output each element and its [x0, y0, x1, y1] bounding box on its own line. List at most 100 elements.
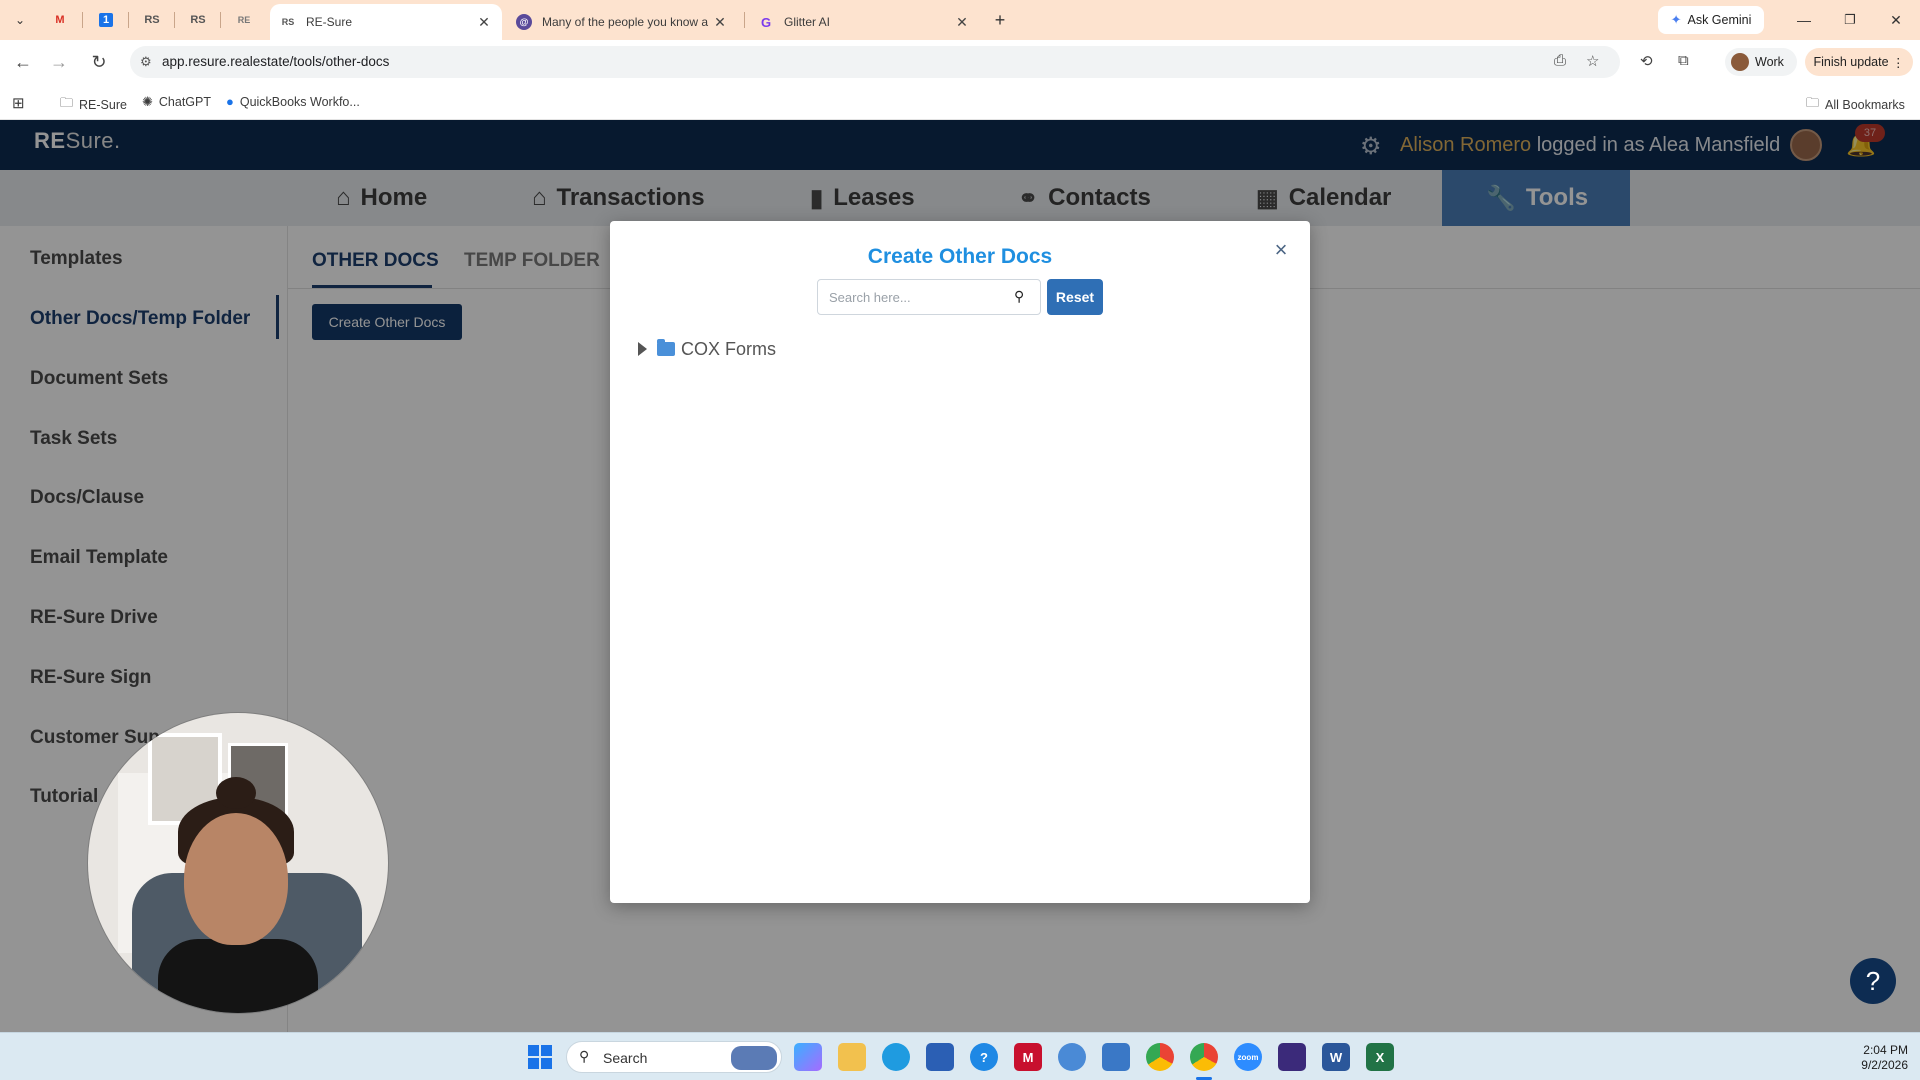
close-tab-icon[interactable]: ✕ [712, 14, 728, 31]
tab-threads[interactable]: @ Many of the people you know a ✕ [506, 4, 738, 40]
url-text[interactable]: app.resure.realestate/tools/other-docs [162, 54, 389, 69]
search-input[interactable] [818, 280, 1008, 314]
ask-gemini-button[interactable]: ✦ Ask Gemini [1658, 6, 1764, 34]
file-explorer-icon[interactable] [838, 1043, 866, 1071]
mcafee-icon[interactable]: M [1014, 1043, 1042, 1071]
system-clock[interactable]: 2:04 PM 9/2/2026 [1838, 1043, 1908, 1073]
back-icon[interactable]: ← [10, 50, 36, 74]
tab-glitter-ai[interactable]: G Glitter AI ✕ [748, 4, 980, 40]
create-other-docs-modal: Create Other Docs × ⚲ Reset COX Forms [610, 221, 1310, 903]
tab-separator [174, 12, 175, 28]
help-icon[interactable]: ? [970, 1043, 998, 1071]
windows-taskbar: ⚲ Search ? M zoom W X 2:04 PM 9/2/2026 [0, 1032, 1920, 1080]
all-bookmarks-label: All Bookmarks [1825, 98, 1905, 112]
site-info-icon[interactable]: ⚙ [140, 54, 152, 70]
webcam-bubble[interactable] [88, 713, 388, 1013]
gmail-icon[interactable]: M [42, 8, 78, 32]
app-icon-3[interactable] [1278, 1043, 1306, 1071]
chrome-icon-2[interactable] [1190, 1043, 1218, 1071]
close-icon[interactable]: × [1268, 237, 1294, 263]
webcam-person [158, 939, 318, 1013]
tab-separator [744, 12, 745, 28]
tab-separator [220, 12, 221, 28]
extensions-icon[interactable]: ⧉ [1678, 52, 1689, 69]
folder-icon: 🗀 [1806, 95, 1820, 110]
pinned-tab-resure[interactable]: RS [134, 8, 170, 32]
tab-separator [128, 12, 129, 28]
start-icon[interactable] [528, 1045, 552, 1069]
pinned-tab-re[interactable]: RE [226, 8, 262, 32]
tab-title: RE-Sure [306, 15, 353, 29]
tab-resure[interactable]: RS RE-Sure ✕ [270, 4, 502, 40]
bookmark-resure[interactable]: 🗀 RE-Sure [60, 94, 127, 116]
clock-date: 9/2/2026 [1861, 1058, 1908, 1072]
pinned-tab-label: 1 [98, 13, 114, 27]
pinned-tab-resure-2[interactable]: RS [180, 8, 216, 32]
profile-avatar [1731, 53, 1749, 71]
webcam-person [184, 813, 288, 945]
tab-search-dropdown[interactable]: ⌄ [8, 8, 32, 32]
threads-icon: @ [516, 14, 532, 30]
modal-search: ⚲ [817, 279, 1041, 315]
install-app-icon[interactable]: ⎙ [1554, 52, 1566, 69]
ask-gemini-label: Ask Gemini [1687, 13, 1752, 27]
bookmark-label: RE-Sure [79, 98, 127, 112]
search-icon[interactable]: ⚲ [1014, 288, 1024, 305]
forward-icon[interactable]: → [46, 50, 72, 74]
sync-icon[interactable]: ⟲ [1640, 52, 1653, 70]
apps-grid-icon[interactable]: ⊞ [12, 94, 25, 112]
bookmark-label: QuickBooks Workfo... [239, 94, 360, 109]
bookmarks-bar: ⊞ 🗀 RE-Sure ✺ ChatGPT ● QuickBooks Workfo..… [0, 84, 1920, 120]
clock-time: 2:04 PM [1863, 1043, 1908, 1057]
help-button[interactable]: ? [1850, 958, 1896, 1004]
finish-update-label: Finish update [1813, 55, 1889, 69]
close-tab-icon[interactable]: ✕ [954, 14, 970, 31]
folder-icon [657, 339, 675, 356]
browser-toolbar: ← → ↻ ⚙ app.resure.realestate/tools/othe… [0, 40, 1920, 84]
tab-title: Glitter AI [784, 15, 831, 29]
folder-tree-item[interactable]: COX Forms [638, 337, 776, 361]
reload-icon[interactable]: ↻ [86, 50, 112, 74]
edge-icon[interactable] [882, 1043, 910, 1071]
bookmark-label: ChatGPT [158, 95, 212, 109]
minimize-icon[interactable]: — [1784, 8, 1824, 32]
app-icon[interactable] [1058, 1043, 1086, 1071]
taskbar-search[interactable]: ⚲ Search [566, 1041, 782, 1073]
tab-separator [82, 12, 83, 28]
close-tab-icon[interactable]: ✕ [476, 14, 492, 31]
finish-update-button[interactable]: Finish update ⋮ [1805, 48, 1913, 76]
address-bar[interactable]: ⚙ app.resure.realestate/tools/other-docs… [130, 46, 1620, 78]
copilot-icon[interactable] [794, 1043, 822, 1071]
browser-tab-strip: ⌄ M 1 RS RS RE RS RE-Sure ✕ @ Many of th… [0, 0, 1920, 40]
glitter-favicon: G [760, 14, 772, 30]
restore-icon[interactable]: ❐ [1830, 8, 1870, 32]
zoom-icon[interactable]: zoom [1234, 1043, 1262, 1071]
new-tab-button[interactable]: + [988, 8, 1012, 32]
gemini-icon: ✦ [1670, 12, 1682, 27]
bookmark-star-icon[interactable]: ☆ [1586, 52, 1599, 70]
store-icon[interactable] [926, 1043, 954, 1071]
profile-button[interactable]: Work [1725, 48, 1797, 76]
bookmark-quickbooks[interactable]: ● QuickBooks Workfo... [226, 94, 360, 109]
app-icon-2[interactable] [1102, 1043, 1130, 1071]
close-window-icon[interactable]: ✕ [1876, 8, 1916, 32]
folder-label: COX Forms [681, 338, 777, 359]
pinned-tab-calendar[interactable]: 1 [88, 8, 124, 32]
bookmark-chatgpt[interactable]: ✺ ChatGPT [142, 94, 211, 110]
all-bookmarks[interactable]: 🗀 All Bookmarks [1806, 94, 1905, 116]
chrome-icon[interactable] [1146, 1043, 1174, 1071]
excel-icon[interactable]: X [1366, 1043, 1394, 1071]
modal-title: Create Other Docs [867, 245, 1053, 268]
search-highlight-image [731, 1046, 777, 1070]
word-icon[interactable]: W [1322, 1043, 1350, 1071]
expand-caret-icon[interactable] [638, 342, 647, 356]
folder-icon: 🗀 [60, 95, 74, 110]
webcam-person [216, 777, 256, 809]
chatgpt-icon: ✺ [142, 94, 153, 109]
quickbooks-icon: ● [226, 94, 234, 109]
resure-favicon: RS [281, 17, 295, 27]
taskbar-search-label: Search [603, 1050, 648, 1066]
reset-button[interactable]: Reset [1047, 279, 1103, 315]
profile-label: Work [1755, 55, 1784, 69]
search-icon: ⚲ [579, 1048, 590, 1064]
